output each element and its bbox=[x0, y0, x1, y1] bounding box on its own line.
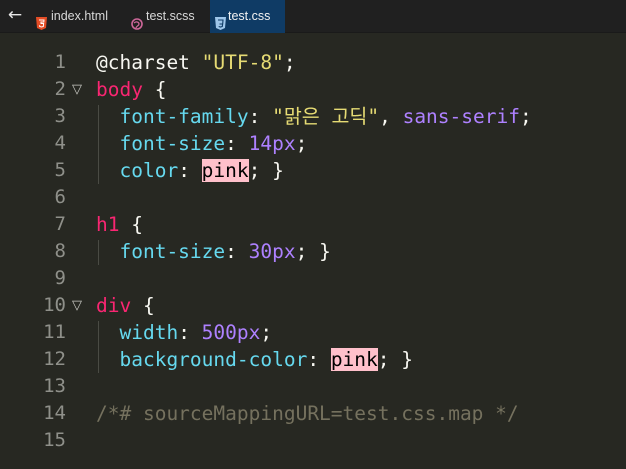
property-name: color bbox=[119, 159, 179, 182]
punctuation: ; bbox=[519, 105, 532, 128]
code-line: @charset "UTF-8"; bbox=[96, 49, 296, 76]
line-number: 5 bbox=[54, 159, 66, 181]
line-number: 1 bbox=[54, 51, 66, 73]
line-number: 15 bbox=[43, 429, 66, 451]
line-number: 6 bbox=[54, 186, 66, 208]
property-name: font-size bbox=[119, 132, 226, 155]
color-swatch-value: pink bbox=[201, 159, 249, 182]
keyword-value: sans-serif bbox=[402, 105, 520, 128]
punctuation: : bbox=[225, 240, 249, 263]
code-line: font-family: "맑은 고딕", sans-serif; bbox=[96, 103, 532, 130]
line-number: 12 bbox=[43, 348, 66, 370]
css3-file-icon bbox=[215, 10, 226, 30]
back-arrow-icon[interactable]: ← bbox=[0, 0, 30, 33]
comment: /*# sourceMappingURL=test.css.map */ bbox=[96, 402, 519, 425]
sass-file-icon bbox=[131, 10, 143, 30]
code-line: body { bbox=[96, 76, 166, 103]
line-number: 9 bbox=[54, 267, 66, 289]
selector: div bbox=[96, 294, 132, 317]
selector: h1 bbox=[96, 213, 120, 236]
line-number-gutter: 1 2 3 4 5 6 7 8 9 10 11 12 13 14 15 ▽ ▽ bbox=[0, 34, 90, 469]
code-line: div { bbox=[96, 292, 155, 319]
punctuation: { bbox=[119, 213, 143, 236]
punctuation: : bbox=[248, 105, 273, 128]
punctuation: ; bbox=[295, 132, 308, 155]
code-editor[interactable]: 1 2 3 4 5 6 7 8 9 10 11 12 13 14 15 ▽ ▽ … bbox=[0, 34, 626, 469]
line-number: 2 bbox=[54, 78, 66, 100]
punctuation: ; } bbox=[295, 240, 331, 263]
line-number: 8 bbox=[54, 240, 66, 262]
code-line: font-size: 14px; bbox=[96, 130, 307, 157]
tab-label: index.html bbox=[51, 9, 108, 23]
punctuation: : bbox=[307, 348, 331, 371]
tab-label: test.css bbox=[228, 9, 271, 23]
color-swatch-value: pink bbox=[330, 348, 378, 371]
tab-label: test.scss bbox=[146, 9, 195, 23]
punctuation: : bbox=[178, 321, 202, 344]
line-number: 7 bbox=[54, 213, 66, 235]
tab-index-html[interactable]: index.html bbox=[30, 0, 124, 33]
code-line: /*# sourceMappingURL=test.css.map */ bbox=[96, 400, 519, 427]
selector: body bbox=[96, 78, 143, 101]
punctuation: { bbox=[131, 294, 155, 317]
line-number: 4 bbox=[54, 132, 66, 154]
html5-file-icon bbox=[36, 10, 47, 30]
line-number: 11 bbox=[43, 321, 66, 343]
punctuation: ; } bbox=[377, 348, 414, 371]
code-line: h1 { bbox=[96, 211, 143, 238]
tab-test-css[interactable]: test.css bbox=[210, 0, 285, 33]
property-name: width bbox=[119, 321, 179, 344]
number-value: 500px bbox=[201, 321, 261, 344]
code-line: font-size: 30px; } bbox=[96, 238, 331, 265]
string-literal: "맑은 고딕" bbox=[272, 105, 380, 128]
number-value: 14px bbox=[248, 132, 296, 155]
punctuation: ; } bbox=[248, 159, 284, 182]
code-line: background-color: pink; } bbox=[96, 346, 413, 373]
property-name: font-size bbox=[119, 240, 226, 263]
property-name: font-family bbox=[119, 105, 249, 128]
punctuation: ; bbox=[283, 51, 296, 74]
fold-toggle-icon[interactable]: ▽ bbox=[72, 292, 86, 319]
code-line: width: 500px; bbox=[96, 319, 272, 346]
line-number: 13 bbox=[43, 375, 66, 397]
line-number: 14 bbox=[43, 402, 66, 424]
punctuation: : bbox=[178, 159, 202, 182]
line-number: 10 bbox=[43, 294, 66, 316]
punctuation: , bbox=[379, 105, 403, 128]
punctuation: : bbox=[225, 132, 249, 155]
fold-toggle-icon[interactable]: ▽ bbox=[72, 76, 86, 103]
tab-test-scss[interactable]: test.scss bbox=[124, 0, 210, 33]
tab-bar: ← index.html test.scss test.css bbox=[0, 0, 626, 33]
string-literal: "UTF-8" bbox=[201, 51, 284, 74]
punctuation: { bbox=[142, 78, 167, 101]
at-rule: @charset bbox=[96, 51, 190, 74]
line-number: 3 bbox=[54, 105, 66, 127]
code-line: color: pink; } bbox=[96, 157, 284, 184]
punctuation: ; bbox=[260, 321, 273, 344]
number-value: 30px bbox=[248, 240, 296, 263]
property-name: background-color bbox=[119, 348, 308, 371]
